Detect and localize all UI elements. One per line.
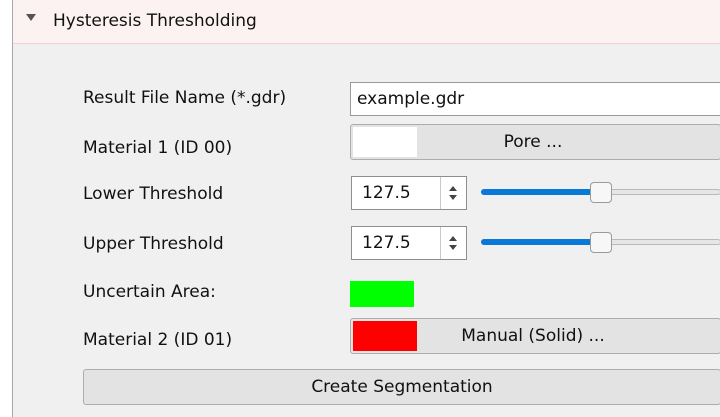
triangle-down-icon[interactable]: [26, 14, 36, 21]
section-title: Hysteresis Thresholding: [53, 11, 257, 31]
upper-threshold-slider[interactable]: [481, 226, 720, 260]
slider-fill: [481, 189, 601, 195]
upper-threshold-value: 127.5: [362, 233, 411, 253]
material1-button-label: Pore ...: [503, 132, 563, 152]
create-segmentation-label: Create Segmentation: [311, 377, 493, 397]
material1-label: Material 1 (ID 00): [83, 138, 233, 158]
upper-threshold-label: Upper Threshold: [83, 234, 224, 254]
lower-threshold-spinbox[interactable]: 127.5: [351, 176, 467, 210]
upper-threshold-spinbox[interactable]: 127.5: [351, 226, 467, 260]
material1-button[interactable]: Pore ...: [350, 124, 720, 160]
lower-threshold-value: 127.5: [362, 183, 411, 203]
slider-handle[interactable]: [590, 182, 612, 203]
slider-fill: [481, 239, 601, 245]
uncertain-area-label: Uncertain Area:: [83, 282, 216, 302]
result-file-input[interactable]: [350, 82, 720, 116]
spin-up-icon[interactable]: [449, 186, 457, 191]
lower-threshold-label: Lower Threshold: [83, 184, 224, 204]
material2-label: Material 2 (ID 01): [83, 330, 233, 350]
section-header[interactable]: Hysteresis Thresholding: [13, 0, 720, 44]
lower-threshold-stepper[interactable]: [440, 177, 466, 209]
material2-color-swatch: [353, 321, 417, 351]
material2-button-label: Manual (Solid) ...: [461, 326, 605, 346]
spin-up-icon[interactable]: [449, 236, 457, 241]
material2-button[interactable]: Manual (Solid) ...: [350, 318, 720, 354]
create-segmentation-button[interactable]: Create Segmentation: [83, 369, 720, 405]
spin-down-icon[interactable]: [449, 245, 457, 250]
slider-handle[interactable]: [590, 232, 612, 253]
lower-threshold-slider[interactable]: [481, 176, 720, 210]
uncertain-area-color-swatch[interactable]: [350, 281, 414, 307]
result-file-label: Result File Name (*.gdr): [83, 88, 287, 108]
hysteresis-panel: Hysteresis Thresholding Result File Name…: [12, 0, 720, 417]
upper-threshold-stepper[interactable]: [440, 227, 466, 259]
material1-color-swatch: [353, 127, 417, 157]
spin-down-icon[interactable]: [449, 195, 457, 200]
